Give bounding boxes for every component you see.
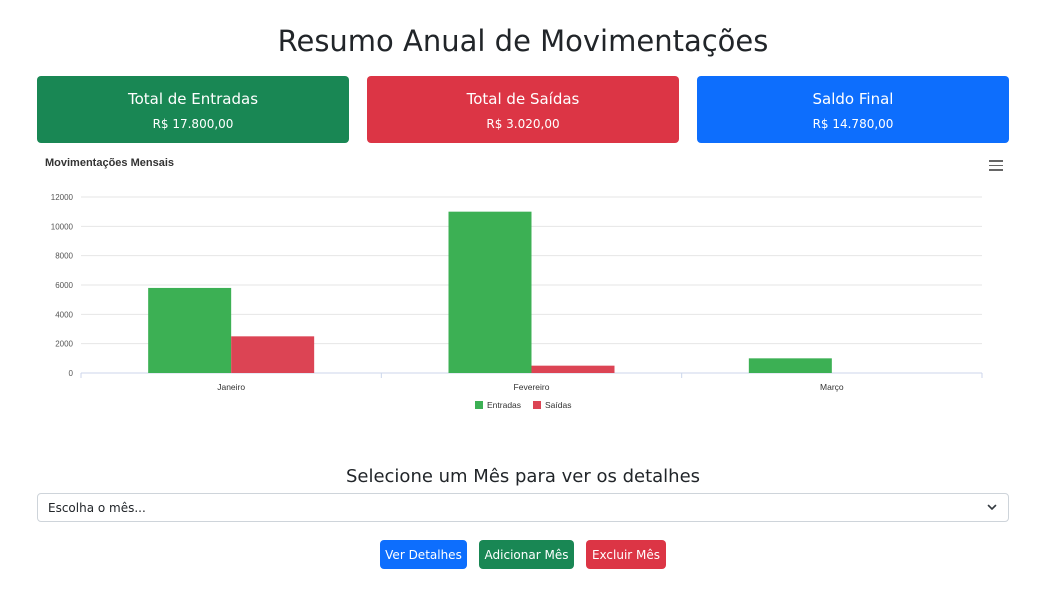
chevron-down-icon: [987, 504, 997, 510]
month-select-value: Escolha o mês...: [48, 501, 146, 515]
total-saidas-card: Total de Saídas R$ 3.020,00: [367, 76, 679, 143]
x-tick-label: Janeiro: [217, 382, 245, 392]
hamburger-menu-icon[interactable]: [989, 160, 1003, 172]
monthly-chart: 0 2000 4000 6000 8000 10000 12000 Janeiro Fevere…: [37, 150, 1009, 430]
bar-saídas-janeiro: [231, 336, 315, 373]
total-entradas-card: Total de Entradas R$ 17.800,00: [37, 76, 349, 143]
y-tick-label: 0: [69, 369, 74, 378]
y-tick-label: 2000: [55, 340, 73, 349]
y-tick-label: 10000: [51, 222, 74, 231]
y-tick-label: 8000: [55, 252, 73, 261]
total-entradas-label: Total de Entradas: [127, 90, 259, 108]
saldo-final-value: R$ 14.780,00: [812, 117, 894, 131]
bar-entradas-fevereiro: [448, 211, 532, 373]
chart-title: Movimentações Mensais: [45, 157, 174, 169]
x-tick-label: Março: [820, 382, 844, 392]
legend-swatch-entradas: [475, 401, 483, 409]
total-entradas-value: R$ 17.800,00: [152, 117, 234, 131]
x-tick-label: Fevereiro: [514, 382, 550, 392]
legend-swatch-saídas: [533, 401, 541, 409]
bar-entradas-janeiro: [148, 287, 232, 373]
delete-month-button[interactable]: Excluir Mês: [586, 540, 666, 569]
page-title: Resumo Anual de Movimentações: [277, 24, 769, 58]
bar-entradas-março: [748, 358, 832, 373]
total-saidas-value: R$ 3.020,00: [486, 117, 560, 131]
y-tick-label: 6000: [55, 281, 73, 290]
saldo-final-label: Saldo Final: [812, 90, 894, 108]
add-month-button[interactable]: Adicionar Mês: [479, 540, 574, 569]
month-select[interactable]: Escolha o mês...: [37, 493, 1009, 522]
y-tick-label: 4000: [55, 310, 73, 319]
saldo-final-card: Saldo Final R$ 14.780,00: [697, 76, 1009, 143]
y-tick-label: 12000: [51, 193, 74, 202]
legend-label-saídas: Saídas: [545, 400, 571, 410]
chart-svg: 0 2000 4000 6000 8000 10000 12000 Janeiro Fevere…: [51, 193, 983, 410]
bar-saídas-fevereiro: [531, 365, 615, 373]
detail-section-title: Selecione um Mês para ver os detalhes: [345, 466, 701, 487]
legend-label-entradas: Entradas: [487, 400, 521, 410]
view-details-button[interactable]: Ver Detalhes: [380, 540, 467, 569]
total-saidas-label: Total de Saídas: [466, 90, 580, 108]
